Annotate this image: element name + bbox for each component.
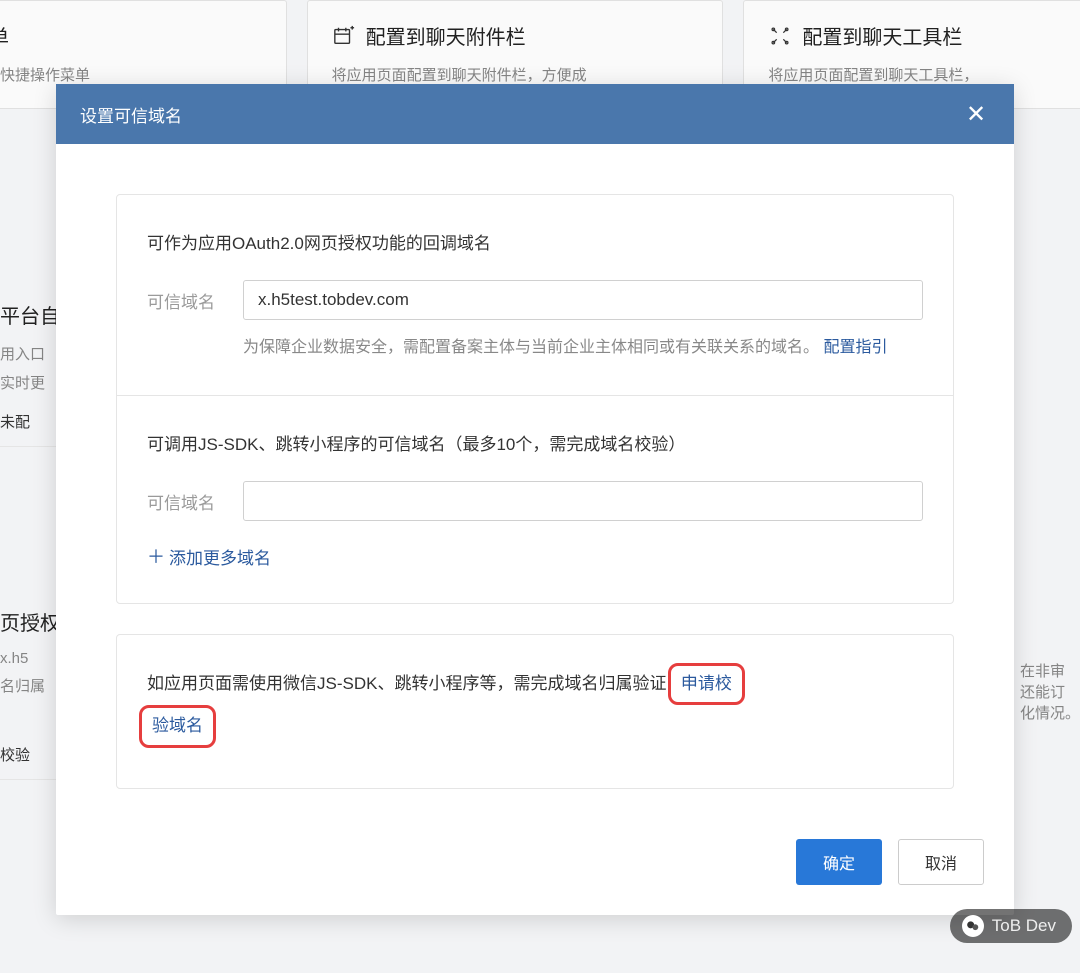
add-more-label: 添加更多域名 [169, 544, 271, 569]
verify-domain-link[interactable]: 验域名 [152, 716, 203, 735]
verify-domain-link[interactable]: 申请校 [681, 674, 732, 693]
close-icon[interactable]: ✕ [962, 100, 990, 128]
trusted-domain-modal: 设置可信域名 ✕ 可作为应用OAuth2.0网页授权功能的回调域名 可信域名 为… [56, 84, 1014, 915]
verify-panel: 如应用页面需使用微信JS-SDK、跳转小程序等，需完成域名归属验证 申请校验域名 [116, 634, 954, 789]
oauth-domain-input[interactable] [243, 280, 923, 320]
modal-title: 设置可信域名 [80, 102, 182, 127]
plus-icon: ＋ [147, 543, 165, 569]
modal-header: 设置可信域名 ✕ [56, 84, 1014, 144]
config-guide-link[interactable]: 配置指引 [823, 339, 887, 356]
watermark-badge: ToB Dev [950, 909, 1072, 943]
wechat-icon [962, 915, 984, 937]
highlight-marker: 申请校 [668, 663, 745, 705]
modal-footer: 确定 取消 [56, 819, 1014, 915]
jssdk-domain-input[interactable] [243, 481, 923, 521]
confirm-button[interactable]: 确定 [796, 839, 882, 885]
domain-panel: 可作为应用OAuth2.0网页授权功能的回调域名 可信域名 为保障企业数据安全，… [116, 194, 954, 604]
verify-text: 如应用页面需使用微信JS-SDK、跳转小程序等，需完成域名归属验证 [147, 674, 666, 693]
watermark-text: ToB Dev [992, 916, 1056, 936]
highlight-marker: 验域名 [139, 705, 216, 747]
field-label: 可信域名 [147, 280, 227, 313]
cancel-button[interactable]: 取消 [898, 839, 984, 885]
oauth-section: 可作为应用OAuth2.0网页授权功能的回调域名 可信域名 为保障企业数据安全，… [117, 195, 953, 395]
section-title: 可调用JS-SDK、跳转小程序的可信域名（最多10个，需完成域名校验） [147, 430, 923, 455]
help-text: 为保障企业数据安全，需配置备案主体与当前企业主体相同或有关联关系的域名。 配置指… [243, 334, 923, 361]
jssdk-section: 可调用JS-SDK、跳转小程序的可信域名（最多10个，需完成域名校验） 可信域名… [117, 395, 953, 603]
add-more-domain-button[interactable]: ＋ 添加更多域名 [147, 543, 271, 569]
form-row: 可信域名 [147, 481, 923, 521]
help-text-content: 为保障企业数据安全，需配置备案主体与当前企业主体相同或有关联关系的域名。 [243, 339, 819, 356]
section-title: 可作为应用OAuth2.0网页授权功能的回调域名 [147, 229, 923, 254]
modal-body: 可作为应用OAuth2.0网页授权功能的回调域名 可信域名 为保障企业数据安全，… [56, 144, 1014, 819]
form-row: 可信域名 为保障企业数据安全，需配置备案主体与当前企业主体相同或有关联关系的域名… [147, 280, 923, 361]
field-label: 可信域名 [147, 481, 227, 514]
